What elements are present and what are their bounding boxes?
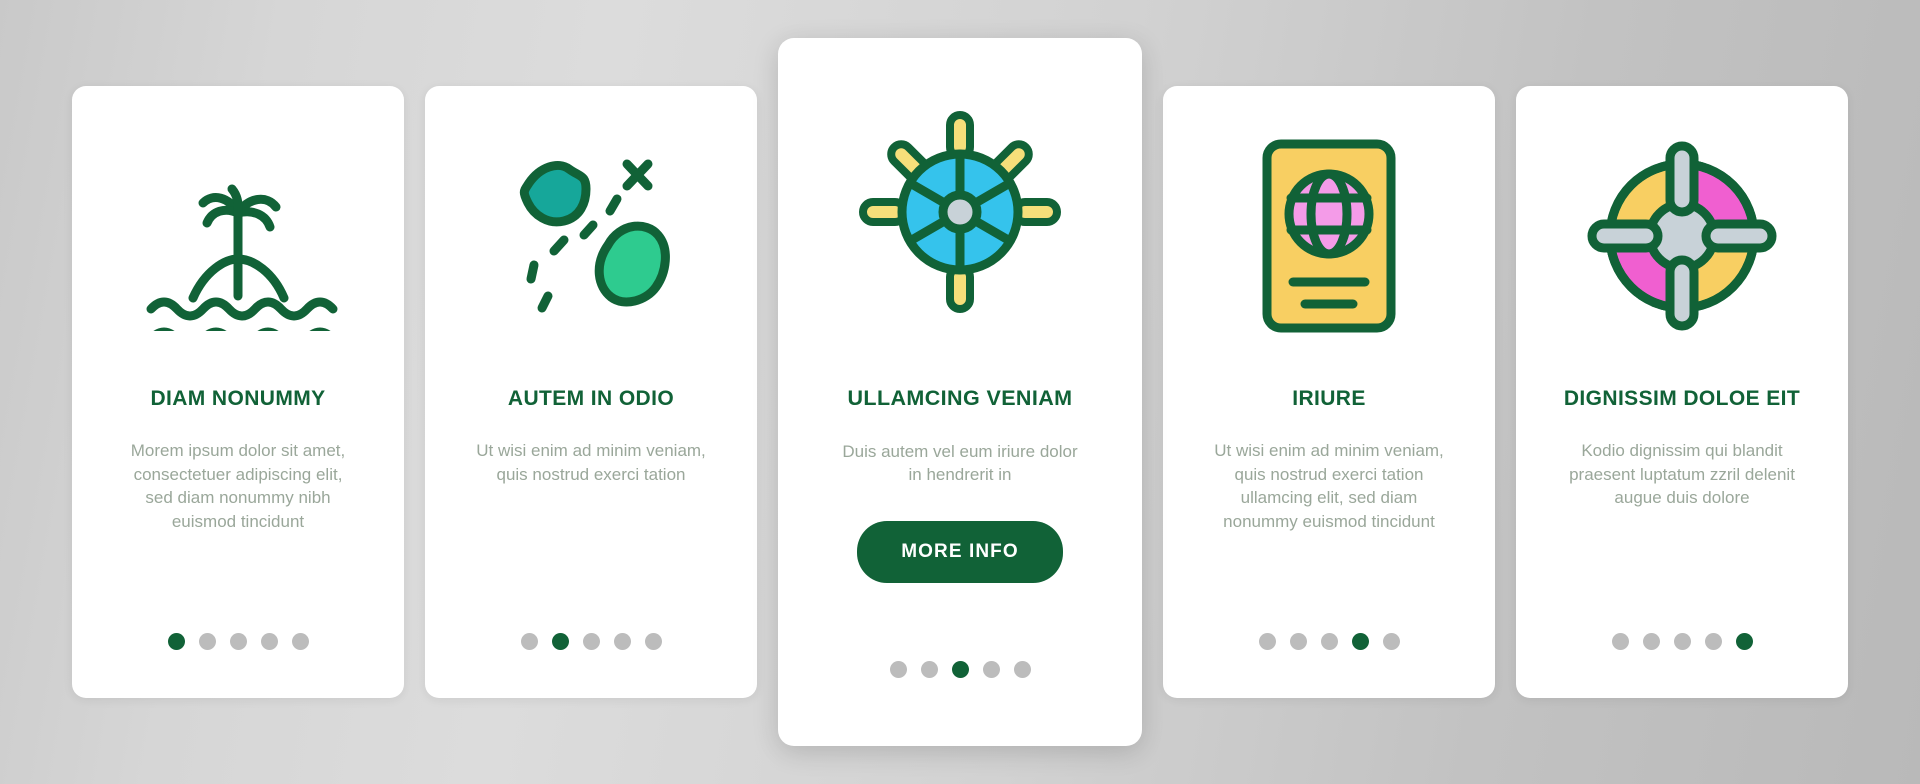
pagination-dot[interactable] bbox=[1611, 633, 1629, 650]
onboarding-card-2[interactable]: AUTEM IN ODIO Ut wisi enim ad minim veni… bbox=[425, 86, 757, 698]
pagination-dot[interactable] bbox=[951, 661, 969, 678]
pagination-dot[interactable] bbox=[1351, 633, 1369, 650]
pagination-dot[interactable] bbox=[1735, 633, 1753, 650]
card-body-text: Ut wisi enim ad minim veniam, quis nostr… bbox=[476, 441, 706, 484]
pagination-dot[interactable] bbox=[1013, 661, 1031, 678]
pagination-dot[interactable] bbox=[198, 633, 216, 650]
pagination-dot[interactable] bbox=[520, 633, 538, 650]
card-body-text: Duis autem vel eum iriure dolor in hendr… bbox=[842, 441, 1078, 485]
island-palm-tree-icon bbox=[72, 86, 404, 386]
onboarding-card-5[interactable]: DIGNISSIM DOLOE EIT Kodio dignissim qui … bbox=[1516, 86, 1848, 698]
treasure-map-icon bbox=[425, 86, 757, 386]
pagination-dot[interactable] bbox=[229, 633, 247, 650]
onboarding-screens-container: DIAM NONUMMY Morem ipsum dolor sit amet,… bbox=[0, 0, 1920, 784]
pagination-dot[interactable] bbox=[291, 633, 309, 650]
pagination-dot[interactable] bbox=[1320, 633, 1338, 650]
card-title: AUTEM IN ODIO bbox=[507, 387, 675, 410]
more-info-button[interactable]: MORE INFO bbox=[857, 520, 1063, 583]
card-title: ULLAMCING VENIAM bbox=[847, 386, 1073, 410]
pagination-dots[interactable] bbox=[1163, 633, 1495, 650]
pagination-dot[interactable] bbox=[982, 661, 1000, 678]
pagination-dot[interactable] bbox=[1673, 633, 1691, 650]
card-body-text: Kodio dignissim qui blandit praesent lup… bbox=[1569, 441, 1795, 508]
pagination-dot[interactable] bbox=[1289, 633, 1307, 650]
pagination-dot[interactable] bbox=[1258, 633, 1276, 650]
pagination-dots[interactable] bbox=[778, 661, 1142, 678]
onboarding-card-3[interactable]: ULLAMCING VENIAM Duis autem vel eum iriu… bbox=[778, 38, 1142, 746]
card-body-text: Morem ipsum dolor sit amet, consectetuer… bbox=[130, 441, 346, 531]
card-title: IRIURE bbox=[1292, 387, 1366, 410]
pagination-dot[interactable] bbox=[1704, 633, 1722, 650]
pagination-dot[interactable] bbox=[167, 633, 185, 650]
pagination-dot[interactable] bbox=[889, 661, 907, 678]
card-title: DIGNISSIM DOLOE EIT bbox=[1563, 387, 1801, 410]
pagination-dot[interactable] bbox=[920, 661, 938, 678]
pagination-dot[interactable] bbox=[1642, 633, 1660, 650]
lifebuoy-icon bbox=[1516, 86, 1848, 386]
passport-icon bbox=[1163, 86, 1495, 386]
onboarding-card-4[interactable]: IRIURE Ut wisi enim ad minim veniam, qui… bbox=[1163, 86, 1495, 698]
onboarding-card-1[interactable]: DIAM NONUMMY Morem ipsum dolor sit amet,… bbox=[72, 86, 404, 698]
ship-wheel-icon bbox=[778, 38, 1142, 386]
pagination-dot[interactable] bbox=[260, 633, 278, 650]
pagination-dots[interactable] bbox=[425, 633, 757, 650]
pagination-dots[interactable] bbox=[72, 633, 404, 650]
pagination-dots[interactable] bbox=[1516, 633, 1848, 650]
pagination-dot[interactable] bbox=[551, 633, 569, 650]
card-title: DIAM NONUMMY bbox=[150, 387, 326, 410]
pagination-dot[interactable] bbox=[613, 633, 631, 650]
pagination-dot[interactable] bbox=[582, 633, 600, 650]
pagination-dot[interactable] bbox=[644, 633, 662, 650]
card-body-text: Ut wisi enim ad minim veniam, quis nostr… bbox=[1214, 441, 1444, 531]
pagination-dot[interactable] bbox=[1382, 633, 1400, 650]
